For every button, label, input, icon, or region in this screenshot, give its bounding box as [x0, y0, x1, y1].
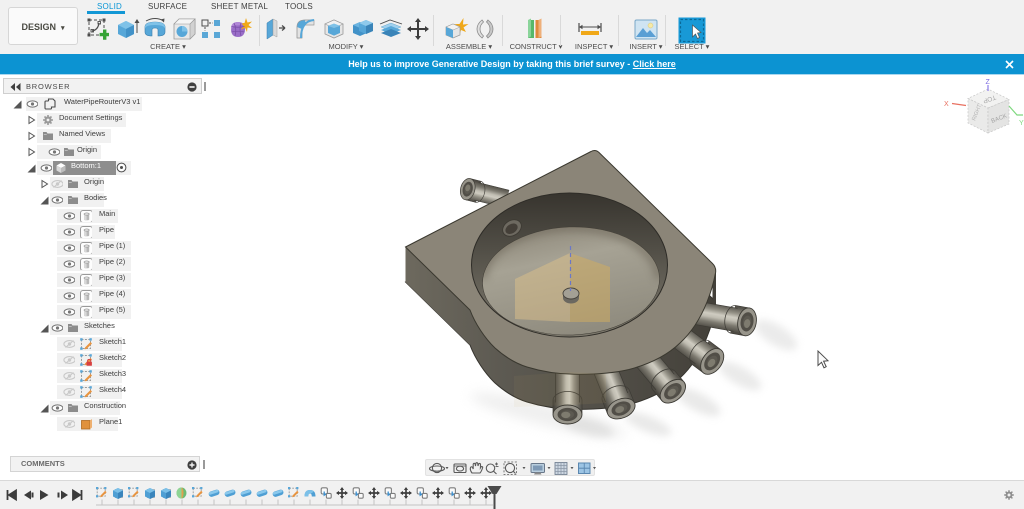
- svg-text:Y: Y: [1019, 120, 1024, 127]
- svg-text:Z: Z: [986, 79, 991, 86]
- svg-text:X: X: [944, 101, 949, 108]
